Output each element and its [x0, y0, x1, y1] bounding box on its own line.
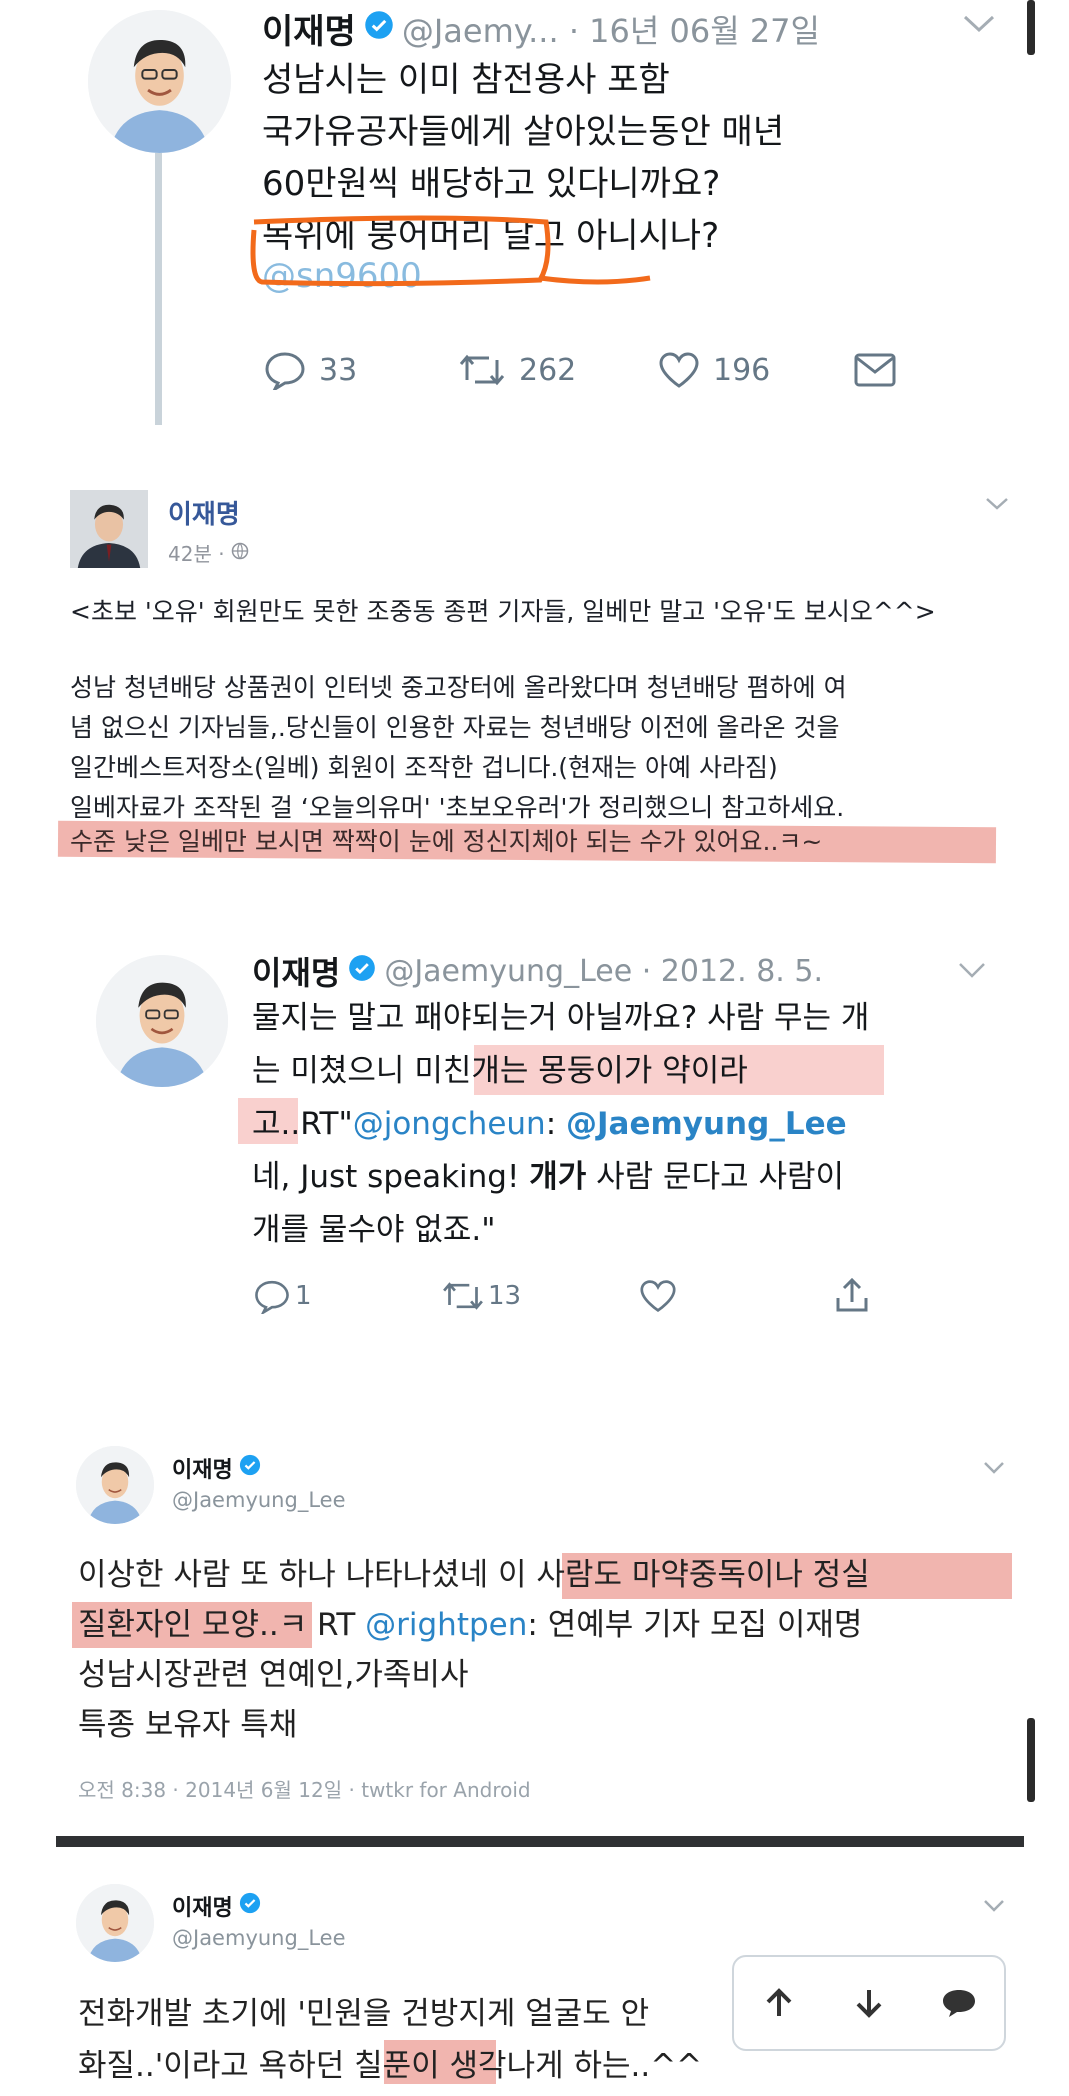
verified-icon [239, 1454, 261, 1482]
chevron-down-icon[interactable] [983, 1898, 1005, 1917]
reply-icon [255, 1280, 289, 1314]
like-count: 196 [713, 352, 771, 388]
tweet-text-line: 는 미쳤으니 [252, 1053, 415, 1089]
retweet-icon [443, 1282, 483, 1310]
author-name[interactable]: 이재명 [252, 948, 340, 994]
tweet-text-bold: 개가 [529, 1159, 587, 1195]
reply-count: 1 [295, 1281, 312, 1311]
handle[interactable]: @Jaemyung_Lee [172, 1488, 346, 1512]
divider [56, 1836, 1024, 1847]
retweet-button[interactable]: 13 [440, 1278, 521, 1314]
tweet-text-line: : 연예부 기자 모집 이재명 [527, 1607, 863, 1643]
post-text-line: 일간베스트저장소(일베) 회원이 조작한 겁니다.(현재는 아예 사라짐) [70, 753, 778, 782]
share-button[interactable] [832, 1276, 872, 1316]
reply-icon [265, 352, 305, 390]
tweet-text-line: 사람 문다고 사람이 [586, 1159, 845, 1195]
like-button[interactable]: 196 [657, 350, 770, 390]
tweet-text-highlight: 질환자인 모양.. [78, 1607, 279, 1643]
author-name[interactable]: 이재명 [262, 4, 356, 53]
post-time: 42분 · [168, 542, 225, 566]
tweet-text-line: : [545, 1106, 566, 1142]
retweet-count: 13 [488, 1281, 522, 1311]
tweet-text-line: 특종 보유자 특채 [78, 1707, 298, 1743]
handle[interactable]: @Jaemyung_Lee [172, 1926, 346, 1950]
avatar[interactable] [76, 1446, 154, 1524]
chevron-down-icon[interactable] [985, 496, 1009, 515]
reply-button[interactable]: 1 [253, 1278, 312, 1314]
chevron-down-icon[interactable] [958, 962, 986, 984]
reply-button[interactable]: 33 [263, 350, 357, 390]
tweet-text-line: 네, Just speaking! [252, 1159, 530, 1195]
mention-link[interactable]: @rightpen [365, 1607, 527, 1643]
avatar-portrait [88, 10, 231, 153]
scrollbar[interactable] [1027, 0, 1035, 55]
heart-icon [659, 352, 699, 388]
tweet-text-line: ㅋ RT [278, 1607, 366, 1643]
mention-link[interactable]: @Jaemyung_Lee [566, 1106, 847, 1142]
avatar[interactable] [70, 490, 148, 568]
globe-icon [231, 541, 249, 565]
tweet-text-highlight: 칠푼이 [354, 2048, 440, 2084]
verified-icon [239, 1892, 261, 1920]
share-icon [836, 1277, 868, 1312]
thread-line [155, 145, 162, 425]
retweet-icon [459, 354, 505, 386]
post-text-line: 념 없으신 기자님들,.당신들이 인용한 자료는 청년배당 이전에 올라온 것을 [70, 713, 840, 742]
tweet-text-line: 성남시장관련 연예인,가족비사 [78, 1657, 469, 1693]
author-name[interactable]: 이재명 [172, 1890, 233, 1922]
post-text-line: 성남 청년배당 상품권이 인터넷 중고장터에 올라왔다며 청년배당 폄하에 여 [70, 673, 847, 702]
mention-link[interactable]: @jongcheun [353, 1106, 546, 1142]
author-name[interactable]: 이재명 [168, 494, 240, 531]
retweet-count: 262 [519, 352, 577, 388]
avatar[interactable] [88, 10, 231, 153]
tweet-text-highlight: 이 사람도 마약중독이나 정실 [498, 1557, 870, 1593]
avatar[interactable] [76, 1884, 154, 1962]
chat-bubble-icon[interactable] [934, 1978, 984, 2028]
floating-nav [732, 1955, 1006, 2051]
retweet-button[interactable]: 262 [457, 350, 576, 390]
tweet-text-highlight: 미친개는 몽둥이가 약이라 [414, 1053, 748, 1089]
chevron-down-icon[interactable] [962, 14, 996, 38]
post-title: <초보 '오유' 회원만도 못한 조중동 종편 기자들, 일베만 말고 '오유'… [70, 597, 936, 626]
post-text-highlight: 수준 낮은 일베만 보시면 짝짝이 눈에 정신지체아 되는 수가 있어요..ㅋ~ [70, 827, 823, 856]
heart-icon [640, 1280, 676, 1313]
tweet-text-line: 물지는 말고 패야되는거 아닐까요? 사람 무는 개 [252, 1000, 870, 1036]
tweet-text-highlight: 고.. [252, 1106, 301, 1142]
mail-icon [854, 353, 896, 387]
like-button[interactable] [638, 1278, 678, 1314]
tweet-text-line: 이상한 사람 또 하나 나타나셨네 [78, 1557, 499, 1593]
tweet-text-line: 생각나게 하는..^^ [439, 2048, 703, 2084]
verified-icon [364, 9, 394, 49]
marker-annotation [250, 215, 651, 287]
handle-date: @Jaemy... · 16년 06월 27일 [401, 11, 820, 50]
chevron-down-icon[interactable] [983, 1460, 1005, 1479]
avatar[interactable] [96, 955, 228, 1087]
handle-date: @Jaemyung_Lee · 2012. 8. 5. [384, 953, 823, 989]
arrow-up-icon[interactable] [754, 1978, 804, 2028]
tweet-text-line: 전화개발 초기에 '민원을 건방지게 얼굴도 안 [78, 1996, 650, 2032]
tweet-text-line: 성남시는 이미 참전용사 포함 [262, 60, 670, 100]
author-name[interactable]: 이재명 [172, 1452, 233, 1484]
arrow-down-icon[interactable] [844, 1978, 894, 2028]
tweet-text-line: 국가유공자들에게 살아있는동안 매년 [262, 112, 785, 152]
retweet-prefix: RT" [300, 1106, 353, 1142]
verified-icon [348, 952, 376, 990]
tweet-meta: 오전 8:38 · 2014년 6월 12일 · twtkr for Andro… [78, 1778, 531, 1802]
direct-message-button[interactable] [853, 352, 897, 388]
reply-count: 33 [319, 352, 358, 388]
tweet-text-line: 개를 물수야 없죠." [252, 1212, 496, 1248]
tweet-text-line: 화질..'이라고 욕하던 [78, 2048, 355, 2084]
scrollbar[interactable] [1027, 1718, 1035, 1802]
